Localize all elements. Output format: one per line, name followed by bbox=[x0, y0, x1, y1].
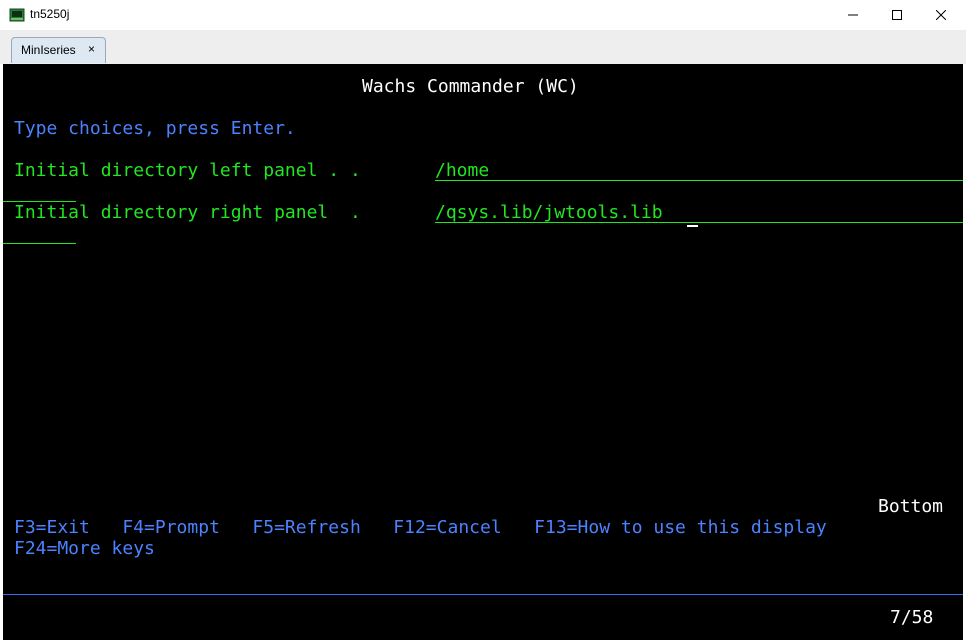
left-panel-input-underline bbox=[435, 180, 963, 181]
close-icon bbox=[936, 10, 946, 20]
session-tabstrip: MinIseries × bbox=[0, 30, 966, 64]
right-panel-input-underline-wrap bbox=[3, 243, 76, 244]
tn5250j-app-icon bbox=[9, 8, 25, 22]
status-separator bbox=[3, 594, 963, 595]
terminal-screen[interactable]: Wachs Commander (WC) Type choices, press… bbox=[3, 64, 963, 640]
right-panel-input-underline bbox=[435, 222, 963, 223]
window-titlebar: tn5250j bbox=[0, 0, 966, 31]
minimize-icon bbox=[848, 14, 858, 16]
tab-miniseries[interactable]: MinIseries × bbox=[11, 37, 106, 63]
screen-title: Wachs Commander (WC) bbox=[362, 76, 579, 97]
maximize-icon bbox=[892, 10, 902, 20]
maximize-button[interactable] bbox=[874, 0, 920, 30]
function-keys-line-1: F3=Exit F4=Prompt F5=Refresh F12=Cancel … bbox=[14, 517, 827, 538]
instruction-text: Type choices, press Enter. bbox=[14, 118, 296, 139]
more-indicator: Bottom bbox=[878, 496, 944, 517]
window-title: tn5250j bbox=[30, 7, 70, 21]
close-button[interactable] bbox=[918, 0, 964, 30]
tab-label: MinIseries bbox=[21, 43, 76, 57]
field-label-right-panel: Initial directory right panel . bbox=[14, 202, 361, 223]
minimize-button[interactable] bbox=[830, 0, 876, 30]
field-label-left-panel: Initial directory left panel . . bbox=[14, 160, 361, 181]
tab-close-icon[interactable]: × bbox=[88, 42, 95, 56]
right-panel-directory-input[interactable]: /qsys.lib/jwtools.lib bbox=[435, 202, 663, 224]
function-keys-line-2: F24=More keys bbox=[14, 538, 155, 559]
left-panel-directory-input[interactable]: /home bbox=[435, 160, 489, 182]
text-cursor bbox=[687, 225, 698, 227]
cursor-position-indicator: 7/58 bbox=[890, 607, 934, 628]
